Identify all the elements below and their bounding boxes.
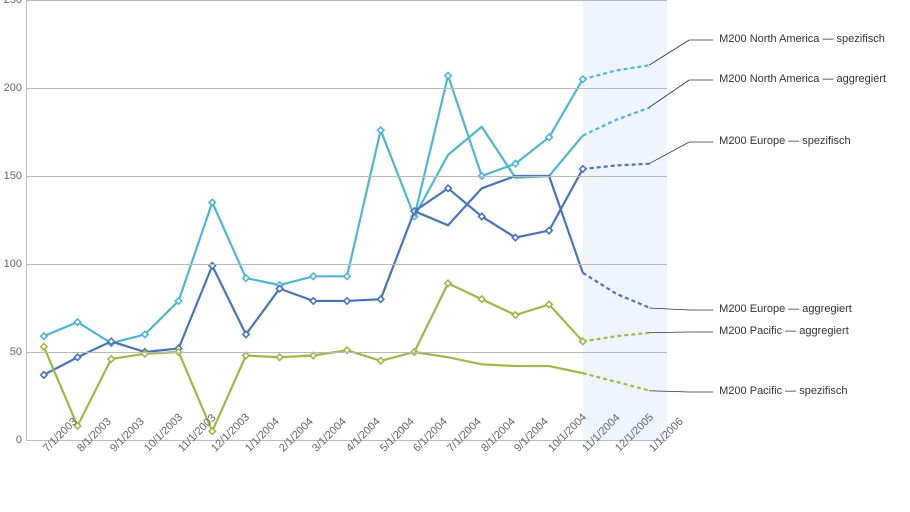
legend-label: M200 Europe — aggregiert <box>719 303 852 315</box>
legend-label: M200 North America — spezifisch <box>719 33 885 45</box>
legend-label: M200 North America — aggregiert <box>719 73 886 85</box>
legend-leader <box>649 142 689 164</box>
forecast-chart: 0501001502002507/1/20038/1/20039/1/20031… <box>0 0 910 512</box>
legend-leader <box>649 308 689 310</box>
legend-label: M200 Pacific — aggregiert <box>719 325 849 337</box>
legend-leader <box>649 332 689 333</box>
legend-leader <box>649 40 689 65</box>
legend-leader <box>649 80 689 107</box>
legend-label: M200 Europe — spezifisch <box>719 135 850 147</box>
legend-label: M200 Pacific — spezifisch <box>719 385 847 397</box>
legend-leader <box>649 391 689 392</box>
